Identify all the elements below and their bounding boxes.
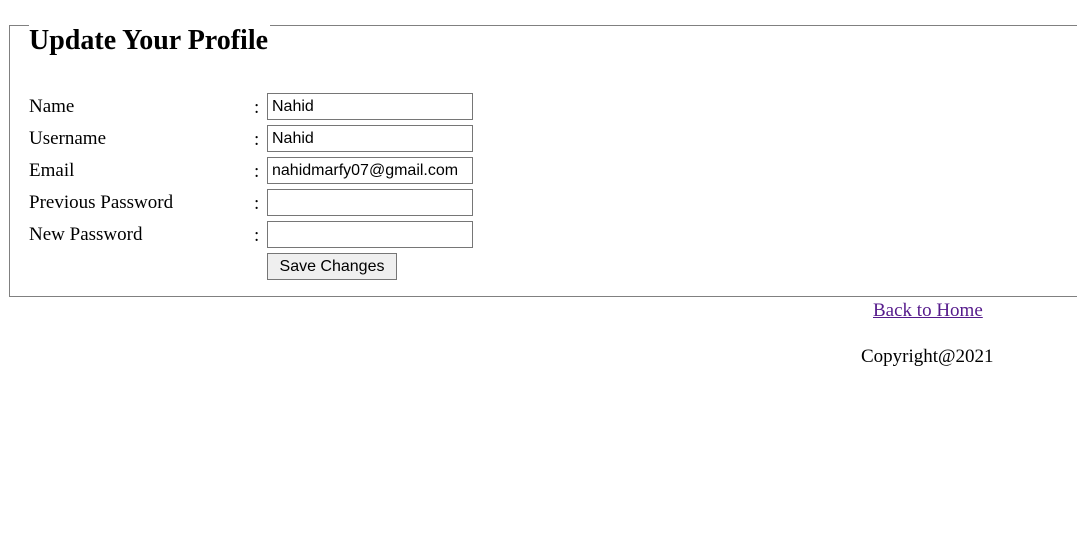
new-password-colon: : [254,225,260,246]
email-input[interactable] [267,157,473,184]
back-to-home-link[interactable]: Back to Home [873,299,983,323]
save-changes-button[interactable]: Save Changes [267,253,397,280]
email-label: Email [29,160,75,181]
previous-password-colon: : [254,193,260,214]
username-input[interactable] [267,125,473,152]
name-label: Name [29,96,75,117]
form-legend: Update Your Profile [29,24,271,58]
copyright-text: Copyright@2021 [861,346,994,367]
username-label: Username [29,128,107,149]
previous-password-label: Previous Password [29,192,174,213]
username-colon: : [254,129,260,150]
name-colon: : [254,97,260,118]
new-password-input[interactable] [267,221,473,248]
new-password-label: New Password [29,224,143,245]
name-input[interactable] [267,93,473,120]
previous-password-input[interactable] [267,189,473,216]
profile-fieldset [9,25,1077,297]
email-colon: : [254,161,260,182]
